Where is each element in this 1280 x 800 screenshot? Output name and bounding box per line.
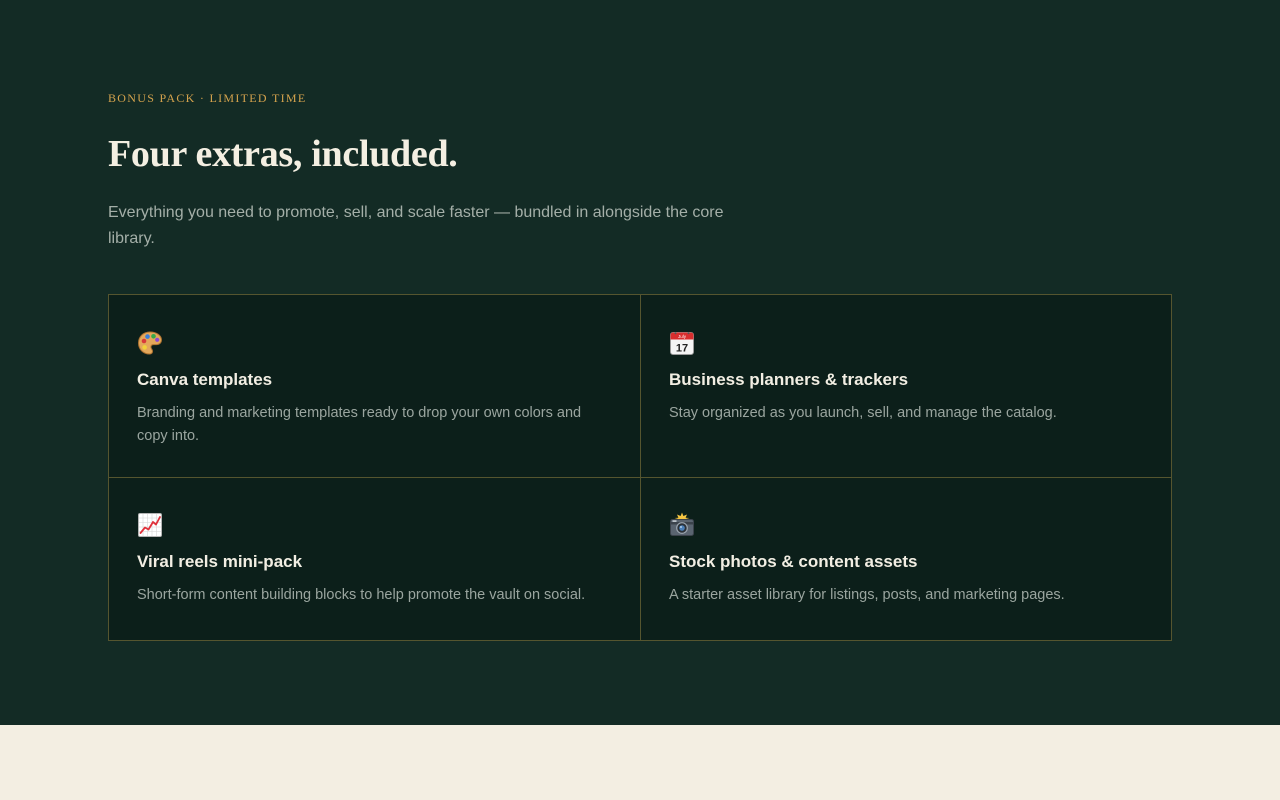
calendar-icon-day: 17	[676, 343, 688, 355]
card-title: Stock photos & content assets	[669, 552, 918, 571]
extra-card-stock-photos: Stock photos & content assets A starter …	[641, 478, 1171, 640]
card-description: Branding and marketing templates ready t…	[137, 405, 582, 444]
eyebrow-label: BONUS PACK · LIMITED TIME	[108, 91, 307, 105]
calendar-icon-month: July	[678, 334, 687, 339]
extra-card-viral-reels: Viral reels mini-pack Short-form content…	[109, 478, 641, 640]
next-section-band	[0, 725, 1280, 800]
palette-icon	[137, 330, 163, 356]
extras-grid: Canva templates Branding and marketing t…	[108, 294, 1172, 641]
calendar-icon: July 17	[669, 330, 695, 356]
extra-card-canva-templates: Canva templates Branding and marketing t…	[109, 295, 641, 478]
card-title: Viral reels mini-pack	[137, 552, 303, 571]
section-title: Four extras, included.	[108, 133, 458, 175]
bonus-pack-section: BONUS PACK · LIMITED TIME Four extras, i…	[0, 0, 1280, 725]
card-title: Business planners & trackers	[669, 370, 909, 389]
card-description: A starter asset library for listings, po…	[669, 587, 1065, 603]
card-description: Short-form content building blocks to he…	[137, 587, 586, 603]
card-description: Stay organized as you launch, sell, and …	[669, 405, 1057, 421]
camera-flash-icon	[669, 512, 695, 538]
extra-card-business-planners: July 17 Business planners & trackers Sta…	[641, 295, 1171, 478]
section-header: BONUS PACK · LIMITED TIME Four extras, i…	[108, 90, 1172, 252]
section-intro: Everything you need to promote, sell, an…	[108, 204, 724, 247]
card-title: Canva templates	[137, 370, 273, 389]
chart-increasing-icon	[137, 512, 163, 538]
